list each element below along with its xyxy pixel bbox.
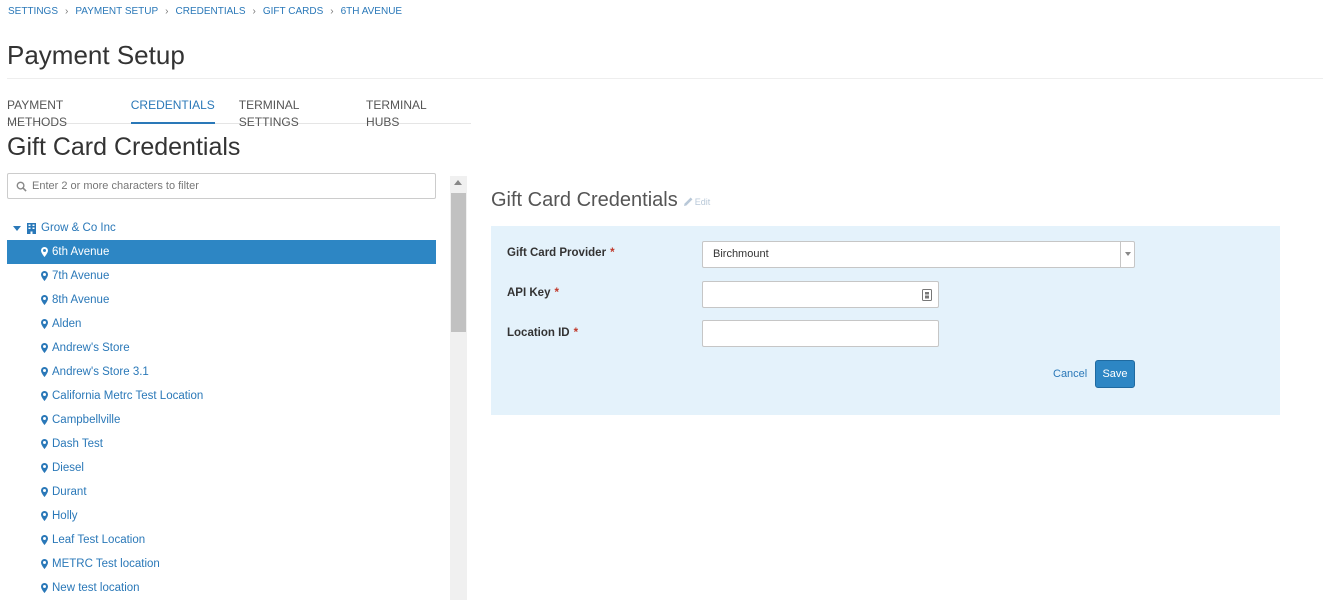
map-marker-icon bbox=[41, 559, 48, 569]
search-icon bbox=[16, 181, 27, 192]
tree-root-label: Grow & Co Inc bbox=[41, 222, 116, 234]
location-id-input[interactable] bbox=[707, 321, 917, 346]
chevron-right-icon: › bbox=[65, 6, 69, 17]
api-key-field bbox=[702, 281, 939, 308]
map-marker-icon bbox=[41, 583, 48, 593]
tree-item-label: 8th Avenue bbox=[52, 294, 110, 306]
chevron-right-icon: › bbox=[330, 6, 334, 17]
breadcrumb-payment-setup[interactable]: PAYMENT SETUP bbox=[75, 6, 158, 17]
location-tree: Grow & Co Inc 6th Avenue 7th Avenue 8th Av… bbox=[7, 216, 436, 600]
title-divider bbox=[7, 78, 1323, 79]
required-marker: * bbox=[554, 287, 559, 299]
breadcrumb-credentials[interactable]: CREDENTIALS bbox=[176, 6, 246, 17]
tree-item-label: Diesel bbox=[52, 462, 84, 474]
page-title: Payment Setup bbox=[7, 40, 185, 70]
tree-item-location[interactable]: Campbellville bbox=[7, 408, 436, 432]
save-button[interactable]: Save bbox=[1095, 360, 1135, 388]
section-title: Gift Card Credentials bbox=[7, 133, 241, 161]
chevron-right-icon: › bbox=[252, 6, 256, 17]
filter-box bbox=[7, 173, 436, 199]
tree-item-location[interactable]: 8th Avenue bbox=[7, 288, 436, 312]
tree-item-location[interactable]: Leaf Test Location bbox=[7, 528, 436, 552]
map-marker-icon bbox=[41, 487, 48, 497]
api-key-input[interactable] bbox=[707, 282, 917, 307]
password-manager-icon[interactable] bbox=[922, 289, 932, 301]
cancel-link[interactable]: Cancel bbox=[1053, 368, 1087, 380]
tree-item-location[interactable]: METRC Test location bbox=[7, 552, 436, 576]
breadcrumb-6th-avenue[interactable]: 6TH AVENUE bbox=[341, 6, 403, 17]
tab-payment-methods[interactable]: PAYMENT METHODS bbox=[7, 97, 107, 129]
provider-select[interactable]: Birchmount bbox=[702, 241, 1135, 268]
tree-item-location[interactable]: 6th Avenue bbox=[7, 240, 436, 264]
location-id-field bbox=[702, 320, 939, 347]
map-marker-icon bbox=[41, 367, 48, 377]
map-marker-icon bbox=[41, 511, 48, 521]
map-marker-icon bbox=[41, 247, 48, 257]
api-key-label-text: API Key bbox=[507, 287, 551, 299]
tree-item-label: Andrew's Store bbox=[52, 342, 130, 354]
tree-item-location[interactable]: Andrew's Store 3.1 bbox=[7, 360, 436, 384]
tree-scrollbar[interactable] bbox=[450, 176, 467, 600]
tab-terminal-hubs[interactable]: TERMINAL HUBS bbox=[366, 97, 447, 129]
map-marker-icon bbox=[41, 391, 48, 401]
pencil-icon bbox=[683, 197, 693, 206]
tree-item-label: California Metrc Test Location bbox=[52, 390, 204, 402]
tab-credentials[interactable]: CREDENTIALS bbox=[130, 97, 215, 124]
caret-down-icon[interactable] bbox=[1120, 242, 1134, 267]
tree-item-location[interactable]: New test location bbox=[7, 576, 436, 600]
filter-input[interactable] bbox=[32, 180, 412, 192]
tree-item-location[interactable]: California Metrc Test Location bbox=[7, 384, 436, 408]
tree-item-location[interactable]: Dash Test bbox=[7, 432, 436, 456]
required-marker: * bbox=[573, 327, 579, 339]
tree-item-label: Campbellville bbox=[52, 414, 121, 426]
tab-bar: PAYMENT METHODS CREDENTIALS TERMINAL SET… bbox=[7, 97, 471, 129]
tree-item-location[interactable]: 7th Avenue bbox=[7, 264, 436, 288]
caret-down-icon[interactable] bbox=[13, 225, 21, 231]
provider-label-text: Gift Card Provider bbox=[507, 247, 607, 259]
tree-item-location[interactable]: Andrew's Store bbox=[7, 336, 436, 360]
tree-item-label: Dash Test bbox=[52, 438, 103, 450]
location-id-label: Location ID * bbox=[507, 327, 578, 339]
map-marker-icon bbox=[41, 319, 48, 329]
tab-terminal-settings[interactable]: TERMINAL SETTINGS bbox=[239, 97, 342, 129]
scroll-up-arrow-icon[interactable] bbox=[454, 180, 462, 185]
api-key-label: API Key * bbox=[507, 287, 559, 299]
map-marker-icon bbox=[41, 415, 48, 425]
map-marker-icon bbox=[41, 463, 48, 473]
provider-selected-value: Birchmount bbox=[713, 248, 769, 260]
tree-item-label: 6th Avenue bbox=[52, 246, 110, 258]
tree-item-label: METRC Test location bbox=[52, 558, 160, 570]
provider-label: Gift Card Provider * bbox=[507, 247, 615, 259]
form-title: Gift Card Credentials bbox=[491, 189, 678, 211]
tree-item-location[interactable]: Holly bbox=[7, 504, 436, 528]
location-id-label-text: Location ID bbox=[507, 327, 570, 339]
tree-item-location[interactable]: Alden bbox=[7, 312, 436, 336]
tree-item-label: Alden bbox=[52, 318, 82, 330]
scrollbar-thumb[interactable] bbox=[451, 193, 466, 332]
edit-label: Edit bbox=[694, 196, 711, 207]
map-marker-icon bbox=[41, 535, 48, 545]
breadcrumb: SETTINGS › PAYMENT SETUP › CREDENTIALS ›… bbox=[8, 6, 402, 17]
tree-item-label: New test location bbox=[52, 582, 140, 594]
tree-item-label: Durant bbox=[52, 486, 87, 498]
tree-item-location[interactable]: Durant bbox=[7, 480, 436, 504]
building-icon bbox=[27, 222, 36, 234]
tree-root-org[interactable]: Grow & Co Inc bbox=[7, 216, 436, 240]
credentials-form-panel: Gift Card Provider * Birchmount API Key * … bbox=[491, 226, 1280, 415]
breadcrumb-settings[interactable]: SETTINGS bbox=[8, 6, 58, 17]
tree-item-label: Leaf Test Location bbox=[52, 534, 146, 546]
tree-item-location[interactable]: Diesel bbox=[7, 456, 436, 480]
tree-item-label: Andrew's Store 3.1 bbox=[52, 366, 149, 378]
form-header: Gift Card Credentials Edit bbox=[491, 189, 710, 212]
tree-item-label: 7th Avenue bbox=[52, 270, 110, 282]
tree-item-label: Holly bbox=[52, 510, 78, 522]
map-marker-icon bbox=[41, 439, 48, 449]
map-marker-icon bbox=[41, 343, 48, 353]
required-marker: * bbox=[610, 247, 615, 259]
edit-link[interactable]: Edit bbox=[683, 196, 711, 207]
chevron-right-icon: › bbox=[165, 6, 169, 17]
breadcrumb-gift-cards[interactable]: GIFT CARDS bbox=[263, 6, 323, 17]
map-marker-icon bbox=[41, 271, 48, 281]
map-marker-icon bbox=[41, 295, 48, 305]
